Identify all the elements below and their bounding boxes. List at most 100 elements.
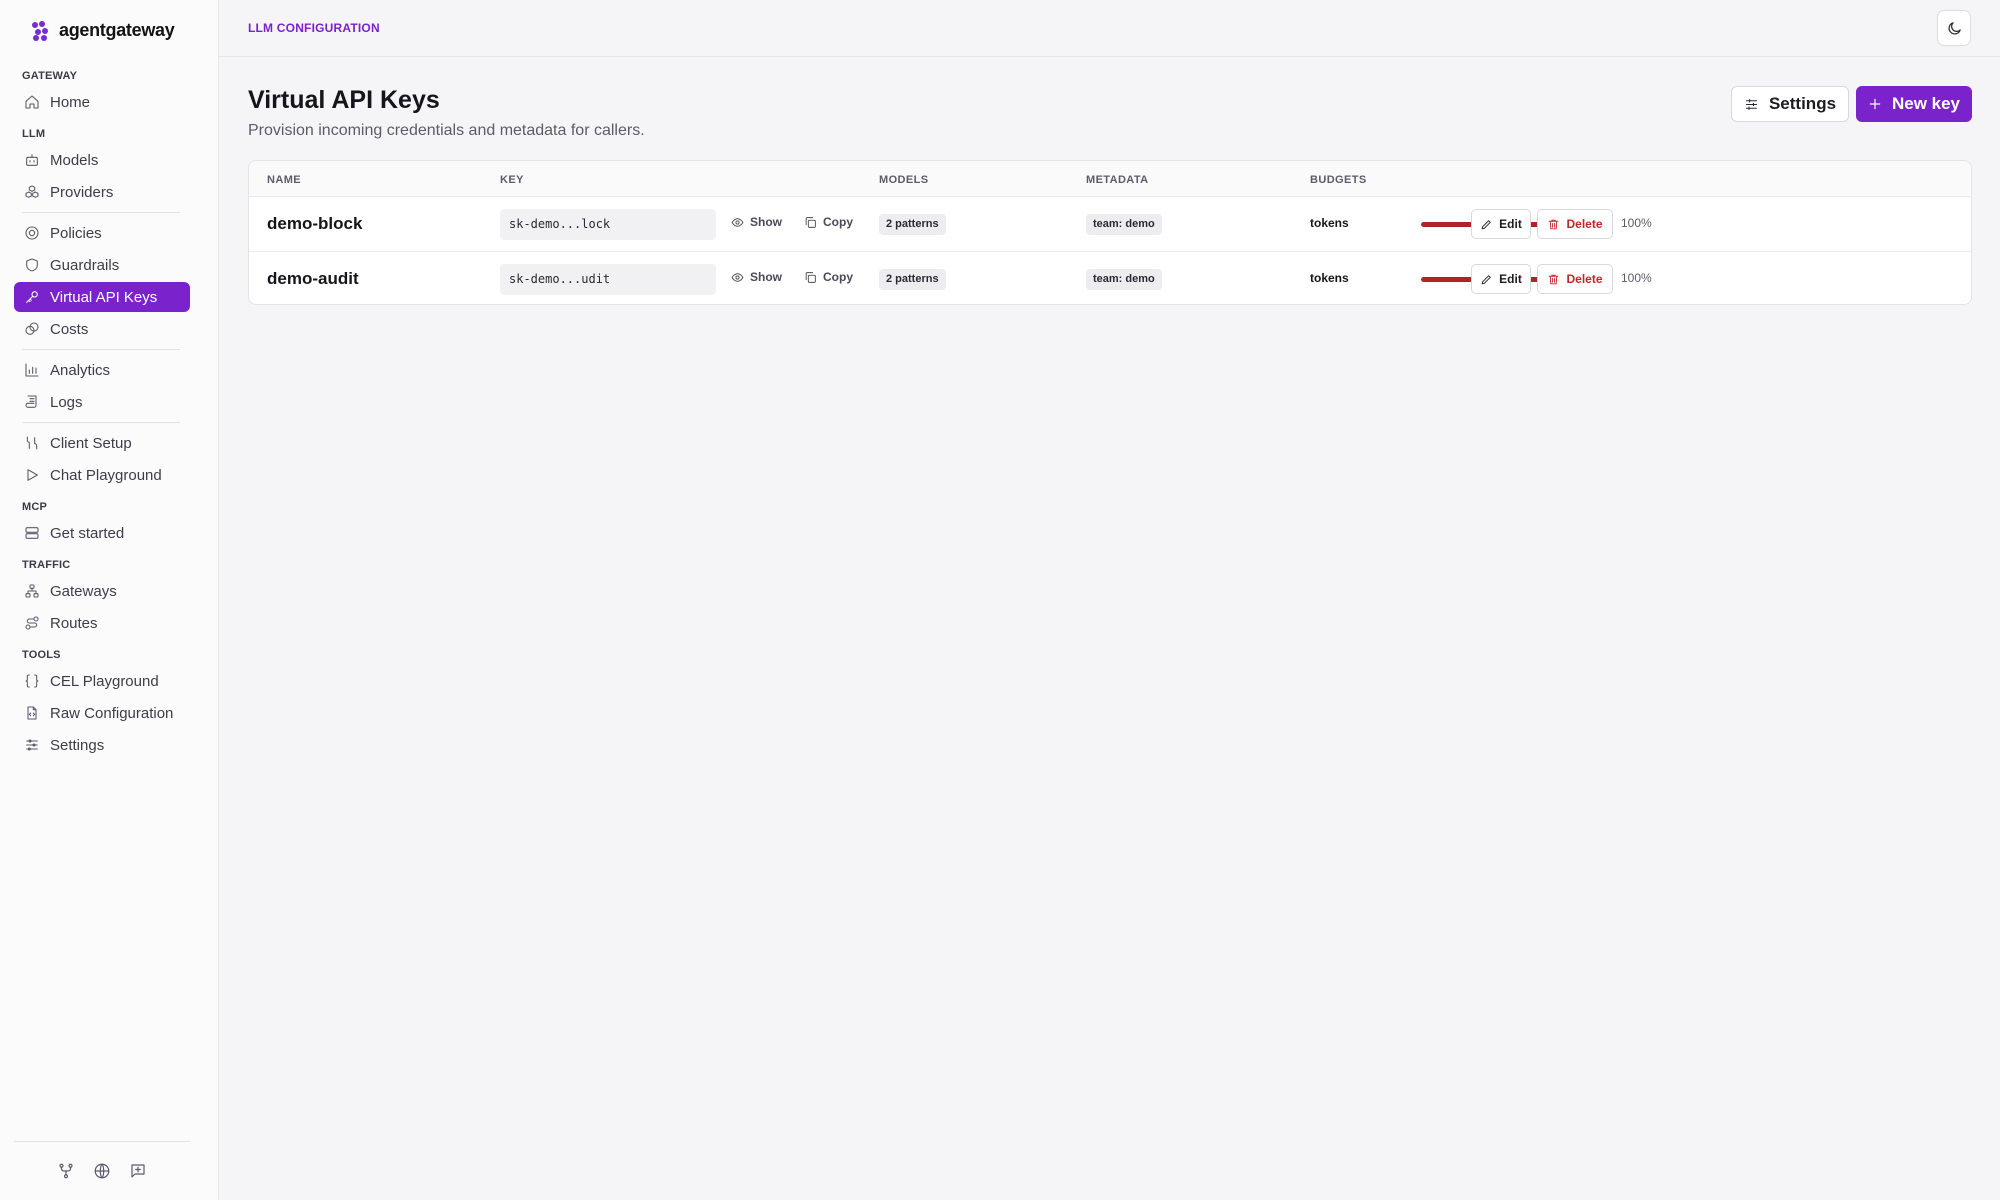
sidebar-item-costs[interactable]: Costs bbox=[14, 314, 190, 344]
sidebar: agentgateway GATEWAY Home LLM Models Pro… bbox=[0, 0, 219, 1200]
sidebar-item-chat-playground[interactable]: Chat Playground bbox=[14, 460, 190, 490]
budget-label: tokens bbox=[1310, 216, 1349, 230]
sidebar-item-home[interactable]: Home bbox=[14, 87, 190, 117]
copy-label: Copy bbox=[823, 270, 853, 284]
section-label-mcp: MCP bbox=[22, 501, 48, 513]
sidebar-item-label: Home bbox=[50, 93, 91, 111]
sidebar-divider bbox=[22, 349, 180, 350]
message-plus-icon[interactable] bbox=[129, 1162, 147, 1180]
sidebar-item-label: Analytics bbox=[50, 361, 111, 379]
sidebar-item-guardrails[interactable]: Guardrails bbox=[14, 250, 190, 280]
sidebar-item-gateways[interactable]: Gateways bbox=[14, 576, 190, 606]
page-title: Virtual API Keys bbox=[248, 86, 440, 114]
budget-label: tokens bbox=[1310, 271, 1349, 285]
eye-icon bbox=[731, 272, 744, 282]
file-code-icon bbox=[27, 706, 37, 720]
copy-icon bbox=[805, 216, 816, 228]
table-header: NAME KEY MODELS METADATA BUDGETS bbox=[249, 161, 1971, 197]
sidebar-item-label: Models bbox=[50, 151, 99, 169]
metadata-badge: team: demo bbox=[1086, 269, 1162, 290]
theme-toggle-button[interactable] bbox=[1937, 10, 1971, 46]
sidebar-item-client-setup[interactable]: Client Setup bbox=[14, 428, 190, 458]
models-badge: 2 patterns bbox=[879, 269, 946, 290]
metadata-badge: team: demo bbox=[1086, 214, 1162, 235]
sidebar-item-label: Settings bbox=[50, 736, 105, 754]
show-label: Show bbox=[750, 270, 782, 284]
boxes-icon bbox=[25, 185, 39, 198]
sidebar-item-label: CEL Playground bbox=[50, 672, 159, 690]
edit-button[interactable]: Edit bbox=[1471, 264, 1531, 294]
sidebar-item-label: Logs bbox=[50, 393, 83, 411]
show-key-button[interactable]: Show bbox=[731, 270, 782, 284]
key-value: sk-demo...lock bbox=[500, 209, 716, 240]
delete-button[interactable]: Delete bbox=[1537, 209, 1613, 239]
sidebar-item-routes[interactable]: Routes bbox=[14, 608, 190, 638]
network-icon bbox=[25, 584, 39, 598]
sidebar-item-label: Policies bbox=[50, 224, 102, 242]
sidebar-item-label: Providers bbox=[50, 183, 114, 201]
sidebar-item-label: Client Setup bbox=[50, 434, 132, 452]
key-name: demo-audit bbox=[267, 269, 359, 288]
brand-logo[interactable]: agentgateway bbox=[32, 20, 175, 41]
plus-icon bbox=[1869, 98, 1881, 110]
home-icon bbox=[25, 95, 39, 109]
section-label-gateway: GATEWAY bbox=[22, 70, 78, 82]
sidebar-item-analytics[interactable]: Analytics bbox=[14, 355, 190, 385]
sidebar-item-models[interactable]: Models bbox=[14, 145, 190, 175]
play-icon bbox=[27, 469, 38, 481]
sidebar-item-virtual-api-keys[interactable]: Virtual API Keys bbox=[14, 282, 190, 312]
sidebar-item-label: Virtual API Keys bbox=[50, 288, 158, 306]
globe-icon[interactable] bbox=[93, 1162, 111, 1180]
moon-icon bbox=[1948, 21, 1961, 34]
settings-button-label: Settings bbox=[1768, 94, 1837, 113]
models-badge: 2 patterns bbox=[879, 214, 946, 235]
shield-icon bbox=[26, 258, 38, 272]
delete-button[interactable]: Delete bbox=[1537, 264, 1613, 294]
column-header-models: MODELS bbox=[879, 174, 929, 186]
copy-key-button[interactable]: Copy bbox=[804, 270, 853, 284]
copy-label: Copy bbox=[823, 215, 853, 229]
route-icon bbox=[25, 616, 39, 630]
key-value: sk-demo...udit bbox=[500, 264, 716, 295]
copy-icon bbox=[805, 271, 816, 283]
pencil-icon bbox=[1481, 219, 1491, 229]
settings-button[interactable]: Settings bbox=[1731, 86, 1849, 122]
sidebar-item-label: Get started bbox=[50, 524, 125, 542]
sidebar-divider bbox=[22, 212, 180, 213]
sidebar-item-logs[interactable]: Logs bbox=[14, 387, 190, 417]
braces-icon bbox=[25, 674, 39, 688]
delete-label: Delete bbox=[1566, 217, 1603, 231]
column-header-name: NAME bbox=[267, 174, 301, 186]
show-label: Show bbox=[750, 215, 782, 229]
topbar: LLM CONFIGURATION bbox=[219, 0, 2000, 57]
section-label-llm: LLM bbox=[22, 128, 46, 140]
column-header-metadata: METADATA bbox=[1086, 174, 1149, 186]
new-key-button[interactable]: New key bbox=[1856, 86, 1972, 122]
sidebar-item-get-started[interactable]: Get started bbox=[14, 518, 190, 548]
copy-key-button[interactable]: Copy bbox=[804, 215, 853, 229]
sidebar-item-providers[interactable]: Providers bbox=[14, 177, 190, 207]
sliders-icon bbox=[1745, 98, 1757, 110]
show-key-button[interactable]: Show bbox=[731, 215, 782, 229]
scroll-text-icon bbox=[25, 395, 37, 408]
sidebar-item-label: Raw Configuration bbox=[50, 704, 174, 722]
sidebar-divider bbox=[22, 422, 180, 423]
sidebar-item-policies[interactable]: Policies bbox=[14, 218, 190, 248]
coins-icon bbox=[25, 322, 39, 335]
section-label-traffic: TRAFFIC bbox=[22, 559, 71, 571]
table-row: demo-audit sk-demo...udit Show Copy 2 pa… bbox=[249, 251, 1971, 304]
sidebar-item-settings[interactable]: Settings bbox=[14, 730, 190, 760]
delete-label: Delete bbox=[1566, 272, 1603, 286]
sidebar-item-raw-configuration[interactable]: Raw Configuration bbox=[14, 698, 190, 728]
git-fork-icon[interactable] bbox=[57, 1162, 75, 1180]
edit-button[interactable]: Edit bbox=[1471, 209, 1531, 239]
section-label-tools: TOOLS bbox=[22, 649, 61, 661]
pencil-icon bbox=[1481, 274, 1491, 284]
brand-name: agentgateway bbox=[59, 20, 175, 40]
eye-icon bbox=[731, 217, 744, 227]
sidebar-item-label: Guardrails bbox=[50, 256, 120, 274]
key-name: demo-block bbox=[267, 214, 363, 233]
budget-percent: 100% bbox=[1621, 271, 1652, 285]
cable-icon bbox=[26, 436, 38, 450]
sidebar-item-cel-playground[interactable]: CEL Playground bbox=[14, 666, 190, 696]
